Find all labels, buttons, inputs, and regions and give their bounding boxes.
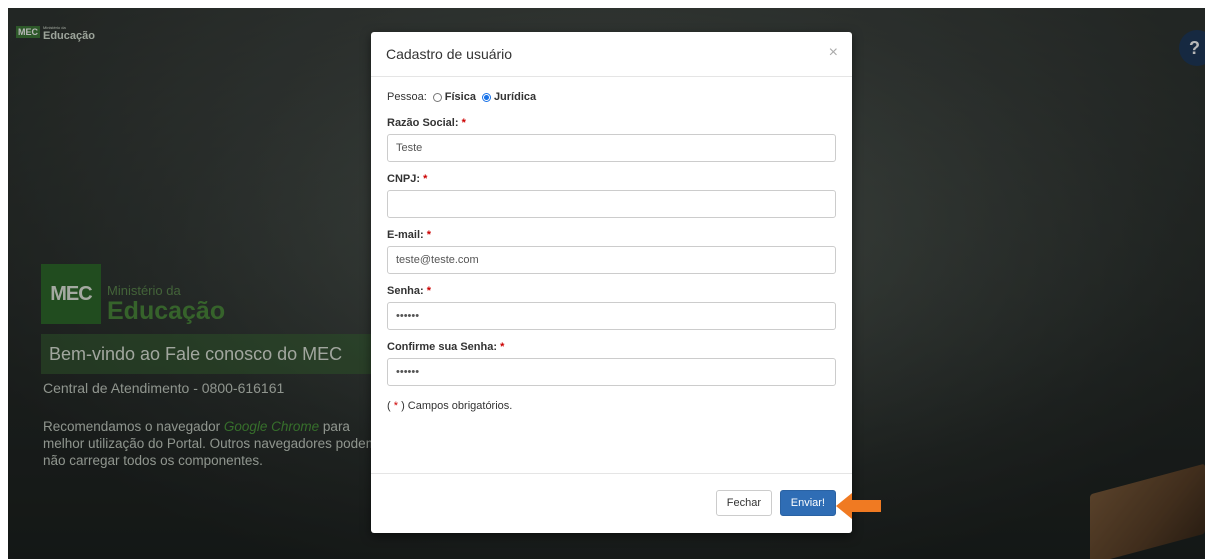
razao-social-label: Razão Social: *	[387, 117, 836, 129]
radio-juridica[interactable]: Jurídica	[481, 91, 537, 103]
required-mark: *	[426, 229, 432, 241]
enviar-button[interactable]: Enviar!	[779, 490, 836, 516]
cnpj-input[interactable]	[387, 190, 836, 218]
radio-fisica-label: Física	[444, 91, 476, 103]
modal-body: Pessoa: Física Jurídica Razão Social: * …	[371, 77, 852, 412]
email-label: E-mail: *	[387, 229, 836, 241]
confirme-senha-input[interactable]: ••••••	[387, 358, 836, 386]
email-input[interactable]: teste@teste.com	[387, 246, 836, 274]
razao-social-label-text: Razão Social:	[387, 117, 459, 129]
confirme-senha-label-text: Confirme sua Senha:	[387, 341, 498, 353]
required-mark: *	[423, 173, 428, 185]
modal-title: Cadastro de usuário	[386, 46, 513, 62]
note-pre: (	[387, 400, 394, 412]
required-mark: *	[426, 285, 432, 297]
pessoa-label: Pessoa:	[387, 91, 427, 103]
email-label-text: E-mail:	[387, 229, 424, 241]
radio-juridica-circle[interactable]	[481, 92, 491, 102]
radio-fisica[interactable]: Física	[432, 91, 476, 103]
fechar-button[interactable]: Fechar	[715, 490, 772, 516]
radio-juridica-label: Jurídica	[493, 91, 537, 103]
modal-header: Cadastro de usuário ×	[371, 32, 852, 77]
close-icon[interactable]: ×	[829, 44, 838, 62]
note-post: ) Campos obrigatórios.	[398, 400, 513, 412]
field-confirme-senha: Confirme sua Senha: * ••••••	[387, 341, 836, 386]
cadastro-modal: Cadastro de usuário × Pessoa: Física Jur…	[371, 32, 852, 533]
pessoa-selector: Pessoa: Física Jurídica	[387, 91, 836, 103]
required-mark: *	[461, 117, 466, 129]
orange-arrow-icon	[836, 493, 881, 519]
modal-footer: Fechar Enviar!	[371, 473, 852, 533]
cnpj-label: CNPJ: *	[387, 173, 836, 185]
field-email: E-mail: * teste@teste.com	[387, 229, 836, 274]
field-razao-social: Razão Social: * Teste	[387, 117, 836, 162]
senha-input[interactable]: ••••••	[387, 302, 836, 330]
field-senha: Senha: * ••••••	[387, 285, 836, 330]
field-cnpj: CNPJ: *	[387, 173, 836, 218]
razao-social-input[interactable]: Teste	[387, 134, 836, 162]
senha-label: Senha: *	[387, 285, 836, 297]
radio-fisica-circle[interactable]	[432, 92, 442, 102]
confirme-senha-label: Confirme sua Senha: *	[387, 341, 836, 353]
required-mark: *	[500, 341, 505, 353]
required-note: ( * ) Campos obrigatórios.	[387, 400, 836, 412]
senha-label-text: Senha:	[387, 285, 424, 297]
cnpj-label-text: CNPJ:	[387, 173, 421, 185]
